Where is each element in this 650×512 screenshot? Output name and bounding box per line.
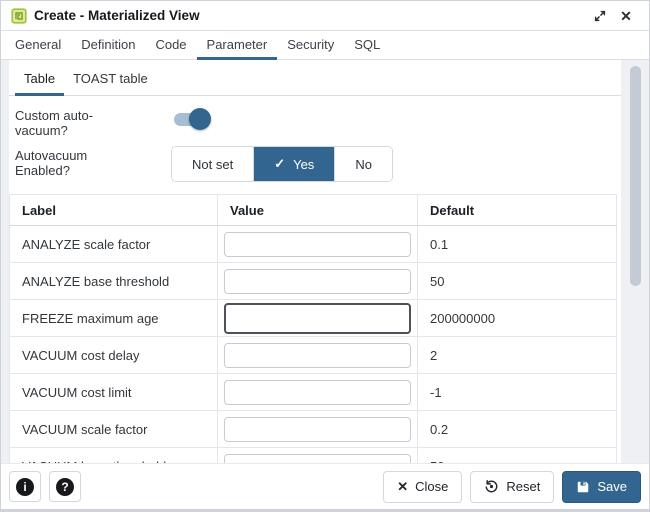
param-default: 200000000 — [418, 300, 617, 337]
save-button[interactable]: Save — [562, 471, 641, 503]
subtab-toast-table[interactable]: TOAST table — [64, 67, 157, 96]
close-button[interactable]: ✕ Close — [383, 471, 462, 503]
maximize-icon[interactable] — [587, 4, 613, 28]
close-icon[interactable]: ✕ — [613, 4, 639, 28]
tab-code[interactable]: Code — [145, 31, 196, 60]
tab-security[interactable]: Security — [277, 31, 344, 60]
table-row: FREEZE maximum age 200000000 — [10, 300, 617, 337]
header-label: Label — [10, 195, 218, 226]
param-value-input[interactable] — [224, 454, 411, 464]
header-default: Default — [418, 195, 617, 226]
create-materialized-view-dialog: Create - Materialized View ✕ General Def… — [0, 0, 650, 512]
param-default: -1 — [418, 374, 617, 411]
param-label: VACUUM cost delay — [10, 337, 218, 374]
titlebar: Create - Materialized View ✕ — [1, 1, 649, 31]
header-value: Value — [218, 195, 418, 226]
main-tabs: General Definition Code Parameter Securi… — [1, 31, 649, 60]
param-label: ANALYZE scale factor — [10, 226, 218, 263]
tab-general[interactable]: General — [5, 31, 71, 60]
save-button-label: Save — [597, 479, 627, 494]
save-icon — [576, 480, 590, 494]
autovacuum-option-no[interactable]: No — [335, 147, 392, 181]
autovacuum-enabled-group: Not set ✓ Yes No — [171, 146, 393, 182]
custom-autovacuum-toggle[interactable] — [171, 108, 211, 130]
param-label: VACUUM base threshold — [10, 448, 218, 464]
table-row: VACUUM cost limit -1 — [10, 374, 617, 411]
autovacuum-option-yes[interactable]: ✓ Yes — [254, 147, 335, 181]
reset-icon — [484, 479, 499, 494]
autovacuum-enabled-label: Autovacuum Enabled? — [15, 146, 133, 178]
table-row: VACUUM base threshold 50 — [10, 448, 617, 464]
param-default: 0.2 — [418, 411, 617, 448]
scrollbar-thumb[interactable] — [630, 66, 641, 286]
tab-definition[interactable]: Definition — [71, 31, 145, 60]
tab-parameter[interactable]: Parameter — [197, 31, 278, 60]
tab-sql[interactable]: SQL — [344, 31, 390, 60]
toggle-thumb — [189, 108, 211, 130]
param-label: FREEZE maximum age — [10, 300, 218, 337]
autovacuum-enabled-row: Autovacuum Enabled? Not set ✓ Yes No — [9, 146, 623, 182]
param-label: ANALYZE base threshold — [10, 263, 218, 300]
sql-info-button[interactable]: i — [9, 471, 41, 502]
close-x-icon: ✕ — [397, 479, 408, 495]
help-button[interactable]: ? — [49, 471, 81, 502]
content-panel: Table TOAST table Custom auto-vacuum? Au… — [9, 60, 623, 463]
param-default: 2 — [418, 337, 617, 374]
param-value-input[interactable] — [224, 232, 411, 257]
custom-autovacuum-row: Custom auto-vacuum? — [9, 106, 623, 138]
param-default: 50 — [418, 448, 617, 464]
check-icon: ✓ — [274, 156, 285, 172]
reset-button-label: Reset — [506, 479, 540, 494]
table-row: VACUUM cost delay 2 — [10, 337, 617, 374]
param-label: VACUUM cost limit — [10, 374, 218, 411]
parameters-table: Label Value Default ANALYZE scale factor… — [9, 194, 617, 463]
close-button-label: Close — [415, 479, 448, 494]
autovacuum-option-yes-label: Yes — [293, 157, 314, 172]
reset-button[interactable]: Reset — [470, 471, 554, 503]
parameter-tab-content: Table TOAST table Custom auto-vacuum? Au… — [1, 60, 649, 463]
autovacuum-option-not-set[interactable]: Not set — [172, 147, 254, 181]
param-value-input[interactable] — [224, 417, 411, 442]
param-label: VACUUM scale factor — [10, 411, 218, 448]
table-row: ANALYZE scale factor 0.1 — [10, 226, 617, 263]
vertical-scrollbar[interactable] — [621, 60, 649, 463]
param-value-input[interactable] — [224, 343, 411, 368]
param-default: 50 — [418, 263, 617, 300]
table-row: ANALYZE base threshold 50 — [10, 263, 617, 300]
help-icon: ? — [56, 478, 74, 496]
materialized-view-icon — [11, 8, 27, 24]
table-row: VACUUM scale factor 0.2 — [10, 411, 617, 448]
param-value-input[interactable] — [224, 269, 411, 294]
info-icon: i — [16, 478, 34, 496]
param-value-input[interactable] — [224, 380, 411, 405]
custom-autovacuum-label: Custom auto-vacuum? — [15, 106, 133, 138]
dialog-title: Create - Materialized View — [34, 8, 200, 23]
param-default: 0.1 — [418, 226, 617, 263]
footer: i ? ✕ Close Reset Save — [1, 463, 649, 509]
sub-tabs: Table TOAST table — [9, 60, 623, 96]
subtab-table[interactable]: Table — [15, 67, 64, 96]
param-value-input-focused[interactable] — [224, 303, 411, 334]
table-header-row: Label Value Default — [10, 195, 617, 226]
